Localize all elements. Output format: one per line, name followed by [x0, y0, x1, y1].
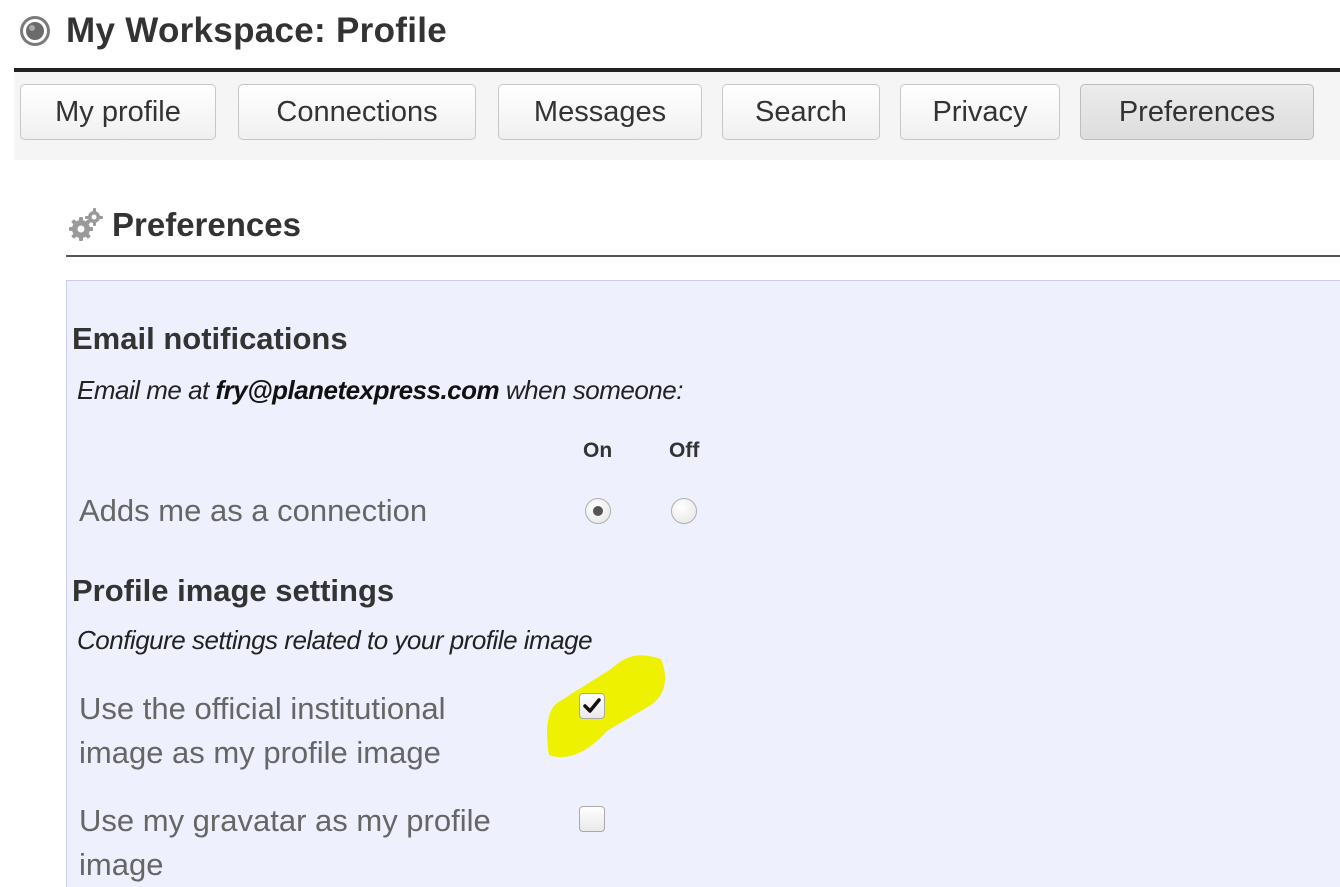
gravatar-label-line2: image	[79, 847, 164, 882]
email-desc-suffix: when someone:	[505, 375, 684, 405]
radio-selected-dot	[593, 506, 603, 516]
official-image-label-line2: image as my profile image	[79, 735, 441, 770]
gravatar-label: Use my gravatar as my profile image	[79, 799, 491, 887]
tab-bar: My profile Connections Messages Search P…	[14, 72, 1340, 160]
email-notifications-desc: Email me at fry@planetexpress.com when s…	[77, 375, 683, 406]
gravatar-label-line1: Use my gravatar as my profile	[79, 803, 491, 838]
section-divider	[66, 255, 1340, 257]
profile-image-title: Profile image settings	[72, 573, 395, 608]
adds-connection-label: Adds me as a connection	[79, 493, 428, 528]
page: My Workspace: Profile My profile Connect…	[0, 0, 1340, 887]
adds-connection-off-radio[interactable]	[671, 498, 697, 524]
tab-messages[interactable]: Messages	[498, 84, 702, 140]
column-on: On	[583, 439, 613, 462]
column-off: Off	[669, 439, 700, 462]
official-image-label-line1: Use the official institutional	[79, 691, 446, 726]
tab-my-profile[interactable]: My profile	[20, 84, 216, 140]
preferences-panel: Email notifications Email me at fry@plan…	[66, 280, 1340, 887]
adds-connection-on-radio[interactable]	[585, 498, 611, 524]
title-bar: My Workspace: Profile	[18, 6, 447, 56]
gravatar-checkbox[interactable]	[579, 806, 605, 832]
tab-connections[interactable]: Connections	[238, 84, 476, 140]
official-image-checkbox[interactable]	[579, 693, 605, 719]
page-title: My Workspace: Profile	[66, 11, 448, 50]
gear-icon	[66, 205, 106, 245]
tab-search[interactable]: Search	[722, 84, 880, 140]
email-notifications-title: Email notifications	[72, 321, 348, 356]
email-address: fry@planetexpress.com	[215, 375, 500, 405]
email-desc-prefix: Email me at	[77, 375, 209, 405]
official-image-label: Use the official institutional image as …	[79, 687, 445, 775]
tool-reset-icon[interactable]	[18, 14, 52, 48]
tab-privacy[interactable]: Privacy	[900, 84, 1060, 140]
tab-preferences[interactable]: Preferences	[1080, 84, 1314, 140]
highlight-mark	[547, 655, 666, 758]
profile-image-desc: Configure settings related to your profi…	[77, 625, 593, 655]
section-heading: Preferences	[66, 200, 301, 250]
checkmark-icon	[583, 698, 601, 713]
section-title: Preferences	[112, 206, 301, 243]
